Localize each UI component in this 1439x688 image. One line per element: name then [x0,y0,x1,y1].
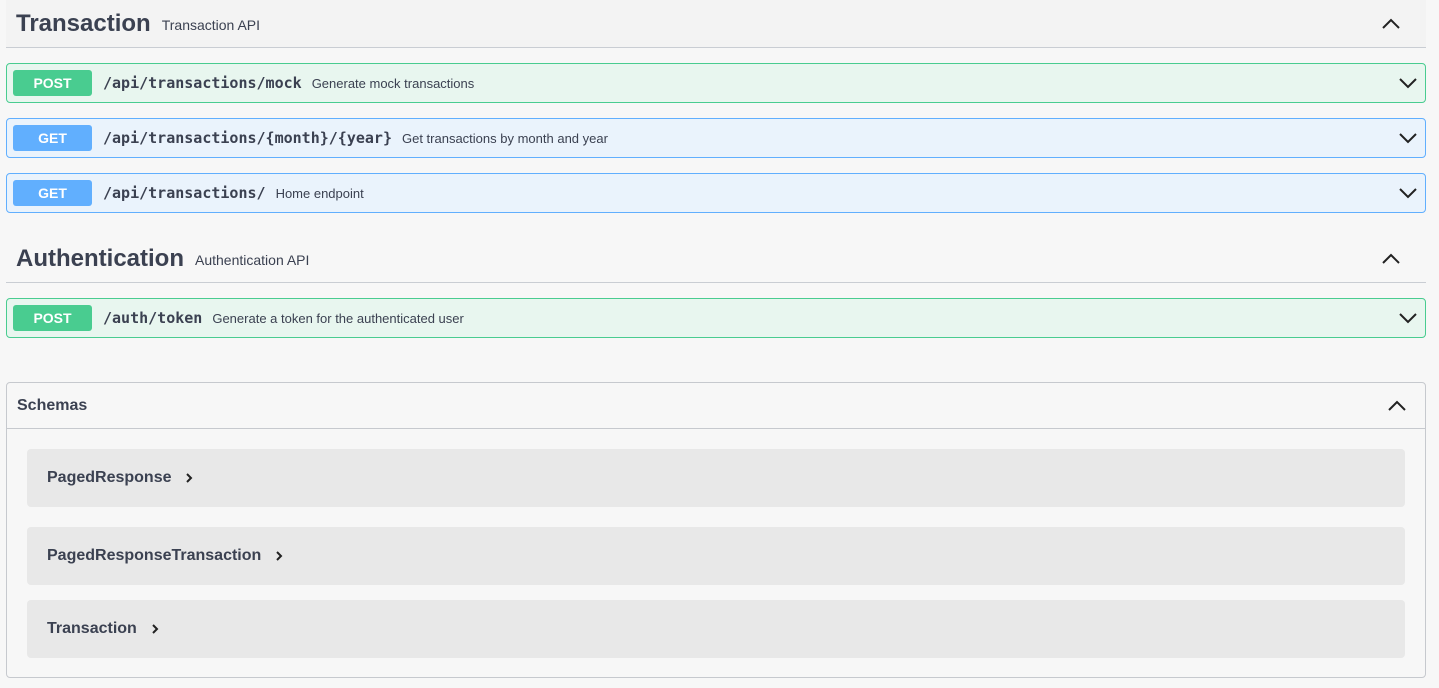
model-name: Transaction [47,620,137,637]
endpoint-path: /api/transactions/{month}/{year} [103,129,392,147]
tag-header-authentication[interactable]: Authentication Authentication API [6,235,1426,283]
schemas-header[interactable]: Schemas [7,383,1425,429]
chevron-right-icon[interactable] [275,550,283,562]
opblock-post-auth-token[interactable]: POST /auth/token Generate a token for th… [6,298,1426,338]
endpoint-summary: Generate mock transactions [311,75,475,91]
tag-title[interactable]: Authentication [16,245,184,273]
chevron-down-icon[interactable] [1397,128,1419,148]
method-badge: POST [13,305,92,331]
tag-section-authentication: Authentication Authentication API [6,235,1426,283]
chevron-up-icon[interactable] [1378,12,1404,34]
schemas-section: Schemas PagedResponse PagedResponseTrans… [6,382,1426,678]
tag-section-transaction: Transaction Transaction API [6,0,1426,48]
model-paged-response[interactable]: PagedResponse [27,449,1405,507]
opblock-get-transactions-month-year[interactable]: GET /api/transactions/{month}/{year} Get… [6,118,1426,158]
chevron-down-icon[interactable] [1397,183,1419,203]
chevron-up-icon[interactable] [1378,247,1404,269]
chevron-up-icon[interactable] [1385,395,1409,415]
method-badge: GET [13,125,92,151]
endpoint-path: /api/transactions/mock [103,74,302,92]
method-badge: GET [13,180,92,206]
endpoint-path: /auth/token [103,309,203,327]
tag-title[interactable]: Transaction [16,10,151,38]
endpoint-summary: Generate a token for the authenticated u… [212,310,464,326]
endpoint-summary: Home endpoint [275,185,364,201]
endpoint-summary: Get transactions by month and year [401,130,608,146]
chevron-down-icon[interactable] [1397,308,1419,328]
model-paged-response-transaction[interactable]: PagedResponseTransaction [27,527,1405,585]
model-transaction[interactable]: Transaction [27,600,1405,658]
opblock-post-transactions-mock[interactable]: POST /api/transactions/mock Generate moc… [6,63,1426,103]
tag-description: Transaction API [161,16,261,33]
schemas-title: Schemas [17,396,88,414]
model-name: PagedResponse [47,469,172,486]
chevron-right-icon[interactable] [151,623,159,635]
method-badge: POST [13,70,92,96]
model-name: PagedResponseTransaction [47,547,262,564]
chevron-down-icon[interactable] [1397,73,1419,93]
endpoint-path: /api/transactions/ [103,184,266,202]
opblock-get-transactions-home[interactable]: GET /api/transactions/ Home endpoint [6,173,1426,213]
chevron-right-icon[interactable] [185,472,193,484]
tag-description: Authentication API [195,251,310,268]
tag-header-transaction[interactable]: Transaction Transaction API [6,0,1426,48]
